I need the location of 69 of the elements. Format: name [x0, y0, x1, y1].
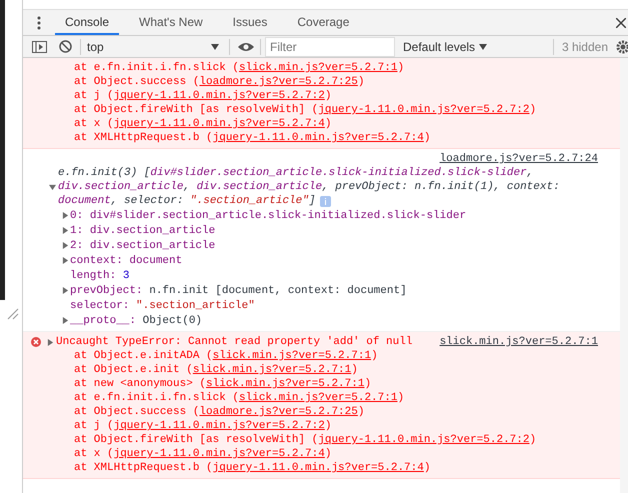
object-property[interactable]: __proto__: Object(0) [70, 314, 202, 328]
object-property[interactable]: context: document [70, 254, 182, 268]
object-property: length: 3 [70, 268, 130, 282]
stack-trace-line: at Object.e.initADA (slick.min.js?ver=5.2.7:1) [73, 349, 379, 363]
collapsed-arrow-icon[interactable] [62, 287, 69, 294]
stack-trace-line: at e.fn.init.i.fn.slick (slick.min.js?ver=5.2.7:1) [73, 61, 406, 75]
stack-trace-line: at XMLHttpRequest.b (jquery-1.11.0.min.js?ver=5.2.7:4) [73, 461, 432, 475]
object-summary-line: e.fn.init(3) [div#slider.section_article.slick-initialized.slick-slider, [58, 166, 534, 180]
more-options-icon[interactable] [37, 16, 41, 30]
error-icon [31, 337, 41, 347]
object-property[interactable]: prevObject: n.fn.init [document, context: document] [70, 284, 407, 298]
object-summary-line: div.section_article, div.section_article, prevObject: n.fn.init(1), context: [58, 180, 560, 194]
source-link[interactable]: jquery-1.11.0.min.js?ver=5.2.7:2 [318, 434, 530, 446]
collapsed-arrow-icon[interactable] [62, 227, 69, 234]
source-link[interactable]: jquery-1.11.0.min.js?ver=5.2.7:4 [212, 462, 424, 474]
object-property: selector: ".section_article" [70, 298, 255, 312]
stack-trace-line: at x (jquery-1.11.0.min.js?ver=5.2.7:4) [73, 447, 332, 461]
source-link[interactable]: slick.min.js?ver=5.2.7:1 [192, 364, 352, 376]
hidden-count: 3 hidden [562, 38, 608, 56]
stack-trace-line: at e.fn.init.i.fn.slick (slick.min.js?ver=5.2.7:1) [73, 391, 406, 405]
stack-trace-line: at new <anonymous> (slick.min.js?ver=5.2.7:1) [73, 377, 372, 391]
stack-trace-line: at Object.fireWith [as resolveWith] (jquery-1.11.0.min.js?ver=5.2.7:2) [73, 433, 538, 447]
clear-console-icon[interactable] [59, 40, 72, 53]
stack-trace-line: at Object.success (loadmore.js?ver=5.2.7:25) [73, 75, 366, 89]
stack-trace-line: at Object.e.init (slick.min.js?ver=5.2.7:1) [73, 363, 359, 377]
object-summary-line: document, selector: ".section_article"] [58, 194, 316, 208]
stack-trace-line: at Object.success (loadmore.js?ver=5.2.7:25) [73, 405, 366, 419]
stack-trace-line: at XMLHttpRequest.b (jquery-1.11.0.min.js?ver=5.2.7:4) [73, 131, 432, 145]
source-link[interactable]: jquery-1.11.0.min.js?ver=5.2.7:2 [318, 104, 530, 116]
stack-trace-line: at Object.fireWith [as resolveWith] (jquery-1.11.0.min.js?ver=5.2.7:2) [73, 103, 538, 117]
object-property[interactable]: 1: div.section_article [70, 224, 216, 238]
collapsed-arrow-icon[interactable] [62, 257, 69, 264]
settings-icon[interactable] [616, 40, 628, 54]
log-levels-dropdown[interactable]: Default levels [403, 38, 488, 56]
source-link[interactable]: jquery-1.11.0.min.js?ver=5.2.7:2 [114, 90, 325, 102]
stack-trace-line: at j (jquery-1.11.0.min.js?ver=5.2.7:2) [73, 89, 332, 103]
stack-trace-line: at x (jquery-1.11.0.min.js?ver=5.2.7:4) [73, 117, 332, 131]
source-link[interactable]: jquery-1.11.0.min.js?ver=5.2.7:4 [114, 118, 325, 130]
close-icon[interactable] [616, 18, 626, 28]
resize-handle-icon[interactable] [7, 308, 19, 320]
collapsed-arrow-icon[interactable] [62, 212, 69, 219]
collapsed-arrow-icon[interactable] [47, 338, 54, 346]
panel-tab[interactable]: What's New [129, 10, 213, 35]
source-link[interactable]: slick.min.js?ver=5.2.7:1 [212, 350, 372, 362]
object-property[interactable]: 2: div.section_article [70, 238, 216, 252]
source-link[interactable]: loadmore.js?ver=5.2.7:24 [440, 152, 598, 166]
source-link[interactable]: slick.min.js?ver=5.2.7:1 [206, 378, 364, 390]
object-property[interactable]: 0: div#slider.section_article.slick-initialized.slick-slider [70, 208, 466, 222]
panel-tab[interactable]: Issues [222, 10, 278, 35]
source-link[interactable]: loadmore.js?ver=5.2.7:25 [199, 76, 358, 88]
source-link[interactable]: jquery-1.11.0.min.js?ver=5.2.7:2 [114, 420, 325, 432]
context-selector[interactable]: top [87, 38, 223, 56]
dropdown-caret-icon [479, 44, 488, 50]
collapsed-arrow-icon[interactable] [62, 242, 69, 249]
source-link[interactable]: slick.min.js?ver=5.2.7:1 [440, 336, 598, 348]
collapsed-arrow-icon[interactable] [62, 317, 69, 324]
source-link[interactable]: jquery-1.11.0.min.js?ver=5.2.7:4 [212, 132, 424, 144]
source-link[interactable]: slick.min.js?ver=5.2.7:1 [239, 62, 398, 74]
stack-trace-line: at j (jquery-1.11.0.min.js?ver=5.2.7:2) [73, 419, 332, 433]
error-message: Uncaught TypeError: Cannot read property 'add' of null [56, 335, 412, 349]
sidebar-toggle-icon[interactable] [32, 40, 47, 52]
dropdown-caret-icon [211, 44, 219, 50]
panel-tab[interactable]: Coverage [287, 10, 360, 35]
source-link[interactable]: slick.min.js?ver=5.2.7:1 [239, 392, 398, 404]
expanded-arrow-icon[interactable] [49, 184, 56, 190]
eye-icon[interactable] [238, 42, 254, 52]
filter-field[interactable]: Filter [265, 36, 395, 56]
source-link[interactable]: loadmore.js?ver=5.2.7:25 [199, 406, 358, 418]
source-link[interactable]: jquery-1.11.0.min.js?ver=5.2.7:4 [114, 448, 325, 460]
